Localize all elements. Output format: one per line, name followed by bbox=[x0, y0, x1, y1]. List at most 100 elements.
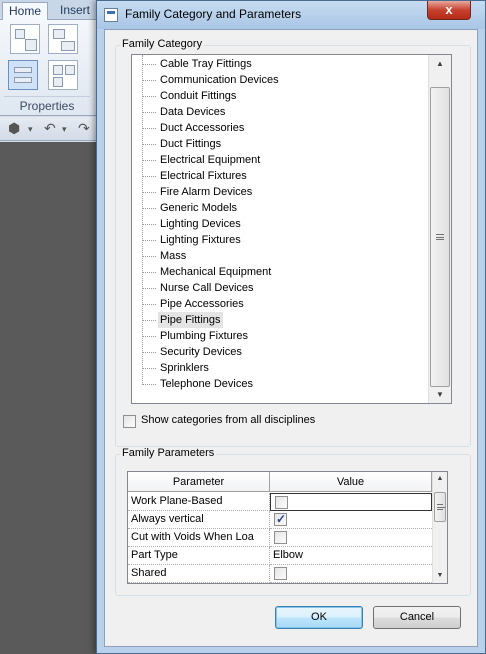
category-item[interactable]: Pipe Fittings bbox=[132, 312, 428, 328]
chevron-down-icon[interactable]: ▾ bbox=[62, 124, 67, 135]
properties-palette-icon[interactable] bbox=[48, 60, 78, 90]
tree-connector bbox=[142, 96, 156, 97]
value-column-header: Value bbox=[270, 472, 432, 492]
category-label: Electrical Equipment bbox=[160, 154, 261, 166]
parameter-value[interactable]: Elbow bbox=[270, 547, 432, 565]
category-item[interactable]: Mass bbox=[132, 248, 428, 264]
category-item[interactable]: Data Devices bbox=[132, 104, 428, 120]
scroll-thumb[interactable] bbox=[434, 492, 446, 522]
category-item[interactable]: Duct Accessories bbox=[132, 120, 428, 136]
scroll-up-arrow-icon[interactable]: ▲ bbox=[429, 55, 451, 72]
category-item[interactable]: Conduit Fittings bbox=[132, 88, 428, 104]
category-item[interactable]: Mechanical Equipment bbox=[132, 264, 428, 280]
scroll-down-arrow-icon[interactable]: ▼ bbox=[429, 386, 451, 403]
parameter-checkbox[interactable] bbox=[274, 511, 287, 528]
dialog-client: Family Category Cable Tray Fittings Commu… bbox=[104, 29, 478, 647]
parameter-value-text: Elbow bbox=[273, 549, 303, 561]
category-item[interactable]: Fire Alarm Devices bbox=[132, 184, 428, 200]
tree-connector bbox=[142, 144, 156, 145]
tree-connector bbox=[142, 160, 156, 161]
category-item[interactable]: Electrical Equipment bbox=[132, 152, 428, 168]
category-label: Data Devices bbox=[160, 106, 226, 118]
category-tree-scrollbar[interactable]: ▲ ▼ bbox=[428, 55, 451, 403]
tree-connector bbox=[142, 288, 156, 289]
parameter-name: Work Plane-Based bbox=[128, 493, 270, 511]
category-item[interactable]: Sprinklers bbox=[132, 360, 428, 376]
category-item[interactable]: Lighting Fixtures bbox=[132, 232, 428, 248]
parameters-scrollbar[interactable]: ▲ ▼ bbox=[432, 472, 447, 583]
category-item[interactable]: Plumbing Fixtures bbox=[132, 328, 428, 344]
category-label: Security Devices bbox=[160, 346, 242, 358]
category-tree-items: Cable Tray Fittings Communication Devices… bbox=[132, 55, 428, 403]
category-label: Nurse Call Devices bbox=[160, 282, 254, 294]
tree-connector bbox=[142, 192, 156, 193]
category-item[interactable]: Generic Models bbox=[132, 200, 428, 216]
parameter-row[interactable]: Always vertical bbox=[128, 511, 432, 529]
category-label: Generic Models bbox=[160, 202, 238, 214]
tree-connector bbox=[142, 240, 156, 241]
category-item[interactable]: Telephone Devices bbox=[132, 376, 428, 392]
parameters-grid: Parameter Value Work Plane-Based Always v… bbox=[127, 471, 448, 584]
category-tree[interactable]: Cable Tray Fittings Communication Devices… bbox=[131, 54, 452, 404]
dialog-app-icon bbox=[104, 8, 118, 22]
param-column-header: Parameter bbox=[128, 472, 270, 492]
scroll-thumb[interactable] bbox=[430, 87, 450, 387]
category-label: Electrical Fixtures bbox=[160, 170, 247, 182]
tree-connector bbox=[142, 272, 156, 273]
close-button[interactable]: x bbox=[427, 1, 471, 20]
parameter-name: Always vertical bbox=[128, 511, 270, 529]
cancel-button[interactable]: Cancel bbox=[373, 606, 461, 629]
dialog-titlebar[interactable]: Family Category and Parameters x bbox=[97, 1, 485, 29]
tab-insert[interactable]: Insert bbox=[54, 2, 96, 20]
redo-icon[interactable]: ↷ bbox=[78, 120, 90, 137]
tree-connector bbox=[142, 384, 156, 385]
parameter-checkbox[interactable] bbox=[274, 531, 287, 544]
parameter-row[interactable]: Shared bbox=[128, 565, 432, 583]
category-item[interactable]: Communication Devices bbox=[132, 72, 428, 88]
tree-connector bbox=[142, 128, 156, 129]
category-label: Plumbing Fixtures bbox=[160, 330, 249, 342]
category-label: Lighting Devices bbox=[160, 218, 241, 230]
category-label: Duct Accessories bbox=[160, 122, 245, 134]
category-item[interactable]: Lighting Devices bbox=[132, 216, 428, 232]
ok-button[interactable]: OK bbox=[275, 606, 363, 629]
show-all-disciplines-label: Show categories from all disciplines bbox=[141, 414, 316, 426]
undo-icon[interactable]: ↶ bbox=[44, 120, 56, 137]
category-label: Duct Fittings bbox=[160, 138, 222, 150]
parameter-value[interactable] bbox=[270, 565, 432, 583]
parameter-checkbox[interactable] bbox=[275, 496, 288, 509]
parameter-row[interactable]: Cut with Voids When Loa bbox=[128, 529, 432, 547]
properties-panel-label: Properties bbox=[4, 96, 90, 114]
category-label: Mechanical Equipment bbox=[160, 266, 272, 278]
family-parameters-label: Family Parameters bbox=[120, 447, 217, 459]
scroll-up-arrow-icon[interactable]: ▲ bbox=[433, 472, 447, 486]
parameter-checkbox[interactable] bbox=[274, 567, 287, 580]
parameter-row[interactable]: Part Type Elbow bbox=[128, 547, 432, 565]
chevron-down-icon[interactable]: ▾ bbox=[28, 124, 33, 135]
tree-connector bbox=[142, 256, 156, 257]
category-label: Lighting Fixtures bbox=[160, 234, 241, 246]
parameter-value[interactable] bbox=[270, 511, 432, 529]
category-item[interactable]: Pipe Accessories bbox=[132, 296, 428, 312]
parameter-value[interactable] bbox=[270, 529, 432, 547]
tree-connector bbox=[142, 304, 156, 305]
category-label: Sprinklers bbox=[160, 362, 209, 374]
parameter-value[interactable] bbox=[270, 493, 432, 511]
category-item[interactable]: Cable Tray Fittings bbox=[132, 56, 428, 72]
scroll-down-arrow-icon[interactable]: ▼ bbox=[433, 569, 447, 583]
show-all-disciplines-checkbox[interactable] bbox=[123, 415, 136, 428]
tab-home[interactable]: Home bbox=[2, 2, 49, 20]
category-item[interactable]: Security Devices bbox=[132, 344, 428, 360]
parameter-name: Shared bbox=[128, 565, 270, 583]
type-properties-icon[interactable] bbox=[48, 24, 78, 54]
family-category-icon[interactable] bbox=[8, 60, 38, 90]
tree-connector bbox=[142, 352, 156, 353]
category-item[interactable]: Duct Fittings bbox=[132, 136, 428, 152]
grip-icon bbox=[437, 504, 445, 510]
category-item[interactable]: Electrical Fixtures bbox=[132, 168, 428, 184]
parameter-row[interactable]: Work Plane-Based bbox=[128, 493, 432, 511]
category-item[interactable]: Nurse Call Devices bbox=[132, 280, 428, 296]
tree-connector bbox=[142, 336, 156, 337]
family-types-icon[interactable] bbox=[10, 24, 40, 54]
app-menu-icon[interactable]: ⬢ bbox=[8, 120, 20, 137]
